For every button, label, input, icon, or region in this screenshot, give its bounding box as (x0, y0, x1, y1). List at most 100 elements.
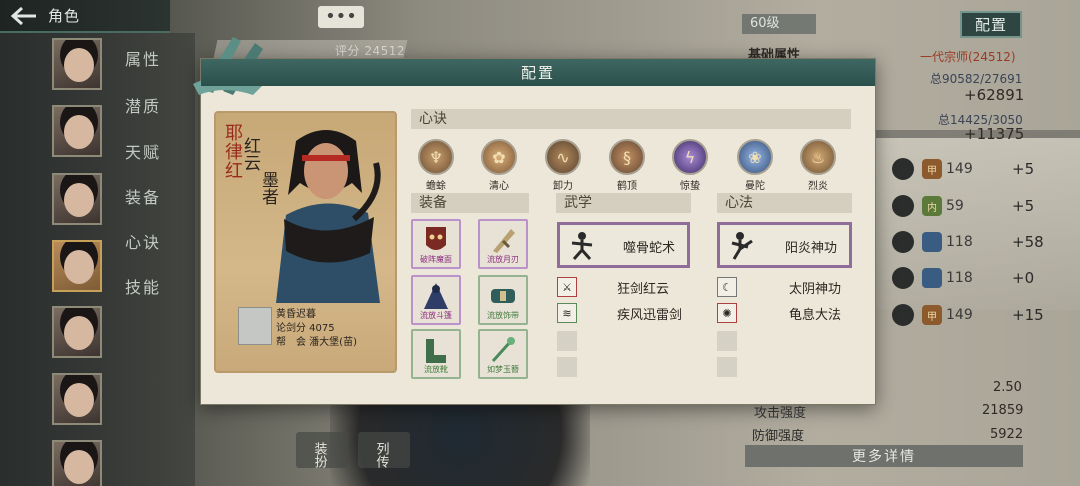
hairpin-icon (491, 337, 515, 363)
equipment-slot[interactable]: 流放靴 (411, 329, 461, 379)
stat-value: 118 (946, 270, 973, 286)
stat-value: 149 (946, 161, 973, 177)
character-name: 耶律红 (222, 123, 243, 180)
boots-icon (426, 339, 446, 363)
equipment-slot[interactable]: 流放月刃 (478, 219, 528, 269)
wuxue-main-skill[interactable]: 噬骨蛇术 (557, 222, 690, 268)
tab-biography[interactable]: 列传 (358, 432, 410, 468)
wuxue-sub-skill[interactable]: ⚔ 狂剑红云 (557, 277, 669, 297)
party-avatar-4[interactable] (52, 240, 102, 292)
cloak-icon (424, 283, 448, 309)
stat-badge: 甲 (922, 305, 942, 325)
defense-value: 5922 (990, 427, 1024, 442)
party-avatar-5[interactable] (52, 306, 102, 358)
character-portrait: 耶律红 红云 墨者 黄昏迟暮 论剑分 4075 帮 会 潘大堡(苗) (214, 111, 397, 373)
section-xinfa: 心法 (717, 193, 852, 213)
skill-label: 惊蛰 (680, 181, 700, 192)
dialog-title: 配置 (520, 64, 555, 82)
stat-row: 118 +58 (892, 229, 1062, 255)
config-button[interactable]: 配置 (960, 11, 1022, 38)
xinfa-sub-skill[interactable]: ☾ 太阴神功 (717, 277, 841, 297)
stat-bonus: +5 (1012, 197, 1035, 215)
party-avatar-3[interactable] (52, 173, 102, 225)
chat-button[interactable]: ••• (318, 6, 364, 28)
equipment-slot[interactable]: 流放饰带 (478, 275, 528, 325)
wuxue-sub-label: 狂剑红云 (617, 281, 670, 297)
equipment-label: 流放月刃 (487, 255, 519, 264)
party-avatar-6[interactable] (52, 373, 102, 425)
sidebar-item-equipment[interactable]: 装备 (125, 184, 161, 208)
wuxue-sub-label: 疾风迅雷剑 (617, 307, 683, 323)
party-avatar-7[interactable] (52, 440, 102, 486)
dialog-header: 配置 (201, 59, 875, 86)
skill-label: 曼陀 (745, 181, 765, 192)
xinjue-skill[interactable]: ♨ 烈炎 (796, 139, 840, 192)
empty-slot[interactable] (717, 331, 737, 351)
stat-bonus: +0 (1012, 269, 1035, 287)
sidebar: 属性 潜质 天赋 装备 心诀 技能 (0, 33, 195, 486)
sidebar-item-xinjue[interactable]: 心诀 (125, 229, 161, 253)
stat-icon (892, 304, 914, 326)
empty-slot[interactable] (557, 357, 577, 377)
turtle-skill-icon: ✺ (717, 303, 737, 323)
crit-value: 2.50 (993, 380, 1022, 395)
xinfa-sub-label: 龟息大法 (789, 307, 842, 323)
mp-value: +11375 (964, 125, 1025, 143)
lotus-skill-icon: ✿ (481, 139, 517, 175)
blade-icon (493, 229, 515, 253)
crane-skill-icon: § (609, 139, 645, 175)
section-xinjue: 心诀 (411, 109, 851, 129)
equipment-slot[interactable]: 流放斗篷 (411, 275, 461, 325)
player-name: 黄昏迟暮 (276, 309, 316, 320)
empty-slot[interactable] (717, 357, 737, 377)
top-bar: 角色 (0, 0, 170, 33)
player-guild: 帮 会 潘大堡(苗) (276, 337, 357, 348)
sidebar-item-talent[interactable]: 天赋 (125, 139, 161, 163)
equipment-label: 流放靴 (424, 365, 448, 374)
tab-outfit[interactable]: 装扮 (296, 432, 348, 468)
party-avatar-1[interactable] (52, 38, 102, 90)
stat-row: 118 +0 (892, 265, 1062, 291)
wuxue-sub-skill[interactable]: ≋ 疾风迅雷剑 (557, 303, 682, 323)
page-title: 角色 (48, 7, 81, 25)
rank-label: 一代宗师(24512) (920, 50, 1016, 64)
sidebar-item-skills[interactable]: 技能 (125, 274, 161, 298)
xinfa-sub-skill[interactable]: ✺ 龟息大法 (717, 303, 841, 323)
wuxue-main-label: 噬骨蛇术 (622, 241, 675, 256)
skill-label: 烈炎 (808, 181, 828, 192)
equipment-slot[interactable]: 如梦玉簪 (478, 329, 528, 379)
flame-skill-icon: ♨ (800, 139, 836, 175)
empty-slot[interactable] (557, 331, 577, 351)
xinjue-skill[interactable]: ♆ 蟾蜍 (414, 139, 458, 192)
back-arrow-icon[interactable] (0, 0, 48, 32)
xinjue-skill[interactable]: § 鹤顶 (605, 139, 649, 192)
character-art-icon (276, 130, 381, 303)
sidebar-item-attributes[interactable]: 属性 (125, 46, 161, 70)
stat-icon (892, 195, 914, 217)
level-badge: 60级 (742, 14, 816, 34)
stat-badge (922, 232, 942, 252)
sidebar-item-potential[interactable]: 潜质 (125, 93, 161, 117)
xinfa-main-skill[interactable]: 阳炎神功 (717, 222, 852, 268)
equipment-slot[interactable]: 破阵魔面 (411, 219, 461, 269)
stat-icon (892, 158, 914, 180)
attack-value: 21859 (982, 403, 1024, 418)
xinjue-skill[interactable]: ϟ 惊蛰 (668, 139, 712, 192)
skill-label: 清心 (489, 181, 509, 192)
total-hp: 总90582/27691 (930, 72, 1023, 86)
martial-pose-icon (571, 232, 593, 260)
xinjue-skill[interactable]: ❀ 曼陀 (733, 139, 777, 192)
skill-label: 鹤顶 (617, 181, 637, 192)
stat-badge: 甲 (922, 159, 942, 179)
xinjue-skill[interactable]: ✿ 清心 (477, 139, 521, 192)
party-avatar-2[interactable] (52, 105, 102, 157)
stat-bonus: +15 (1012, 306, 1044, 324)
skill-label: 卸力 (553, 181, 573, 192)
player-avatar (238, 307, 272, 345)
stat-bonus: +5 (1012, 160, 1035, 178)
xinjue-skill[interactable]: ∿ 卸力 (541, 139, 585, 192)
xinfa-main-label: 阳炎神功 (784, 241, 837, 256)
stat-value: 149 (946, 307, 973, 323)
more-details-button[interactable]: 更多详情 (745, 445, 1023, 467)
thunder-skill-icon: ϟ (672, 139, 708, 175)
